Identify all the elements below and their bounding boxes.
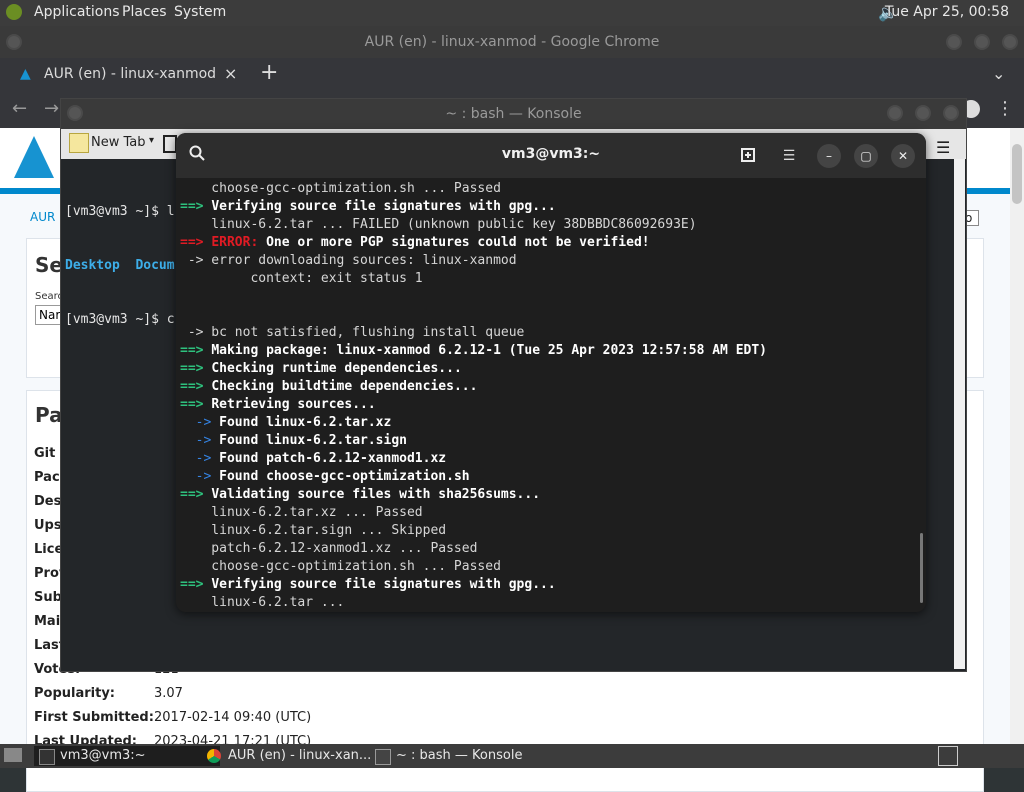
- task-konsole[interactable]: ~ : bash — Konsole: [370, 746, 576, 766]
- konsole-icon: [375, 749, 391, 765]
- close-tab-icon[interactable]: ×: [224, 58, 237, 90]
- gterm-title: vm3@vm3:~: [501, 146, 601, 162]
- terminal-line: ==> Checking buildtime dependencies...: [180, 379, 478, 394]
- search-heading: Se: [35, 253, 63, 277]
- forward-icon[interactable]: →: [44, 98, 59, 119]
- detail-value: 3.07: [154, 686, 183, 701]
- terminal-line: patch-6.2.12-xanmod1.xz ... Passed: [180, 541, 478, 556]
- package-heading: Pa: [35, 403, 63, 427]
- chrome-icon: [207, 749, 221, 763]
- new-tab-star-icon[interactable]: [69, 133, 89, 153]
- new-tab-icon[interactable]: [738, 145, 760, 167]
- hamburger-menu-icon[interactable]: ☰: [778, 145, 800, 167]
- detail-row: First Submitted:2017-02-14 09:40 (UTC): [34, 710, 311, 725]
- terminal-output[interactable]: choose-gcc-optimization.sh ... Passed ==>…: [180, 180, 920, 610]
- search-label: Searc: [35, 291, 64, 302]
- konsole-titlebar[interactable]: ~ : bash — Konsole: [61, 99, 966, 129]
- window-menu-icon[interactable]: [6, 34, 22, 50]
- konsole-scrollbar[interactable]: [954, 159, 965, 669]
- split-view-icon[interactable]: [163, 135, 177, 153]
- terminal-line: ==> Retrieving sources...: [180, 397, 376, 412]
- new-tab-icon[interactable]: +: [260, 60, 278, 85]
- tab-aur[interactable]: ▲ AUR (en) - linux-xanmod ×: [8, 58, 248, 94]
- maximize-icon[interactable]: ▢: [854, 144, 878, 168]
- gnome-console-window: vm3@vm3:~ ☰ – ▢ ✕ choose-gcc-optimizatio…: [176, 133, 926, 612]
- maximize-icon[interactable]: [974, 34, 990, 50]
- terminal-line: ==> Validating source files with sha256s…: [180, 487, 541, 502]
- konsole-new-tab-button[interactable]: New Tab: [91, 135, 146, 150]
- terminal-line: -> Found linux-6.2.tar.xz: [180, 415, 392, 430]
- back-icon[interactable]: ←: [12, 98, 27, 119]
- terminal-line: ==> Verifying source file signatures wit…: [180, 199, 556, 214]
- konsole-window-menu-icon[interactable]: [67, 105, 83, 121]
- workspace-switcher-icon[interactable]: [938, 746, 958, 766]
- terminal-line: context: exit status 1: [180, 271, 423, 286]
- minimize-icon[interactable]: [946, 34, 962, 50]
- terminal-line: choose-gcc-optimization.sh ... Passed: [180, 181, 501, 196]
- terminal-icon: [39, 749, 55, 765]
- arch-favicon-icon: ▲: [20, 66, 31, 82]
- detail-label: First Submitted:: [34, 710, 154, 725]
- scrollbar-thumb[interactable]: [1012, 144, 1022, 204]
- places-menu[interactable]: Places: [122, 4, 167, 20]
- chrome-titlebar[interactable]: AUR (en) - linux-xanmod - Google Chrome: [0, 26, 1024, 58]
- arch-logo-icon[interactable]: [14, 136, 54, 178]
- top-panel: Applications Places System 🔈 Tue Apr 25,…: [0, 0, 1024, 26]
- gnome-foot-icon[interactable]: [6, 4, 22, 20]
- konsole-line: Desktop Docum: [65, 258, 175, 273]
- konsole-line: [vm3@vm3 ~]$ c: [65, 312, 175, 327]
- terminal-line: -> Found linux-6.2.tar.sign: [180, 433, 407, 448]
- clock[interactable]: Tue Apr 25, 00:58: [885, 4, 1009, 20]
- terminal-line: -> Found patch-6.2.12-xanmod1.xz: [180, 451, 447, 466]
- konsole-maximize-icon[interactable]: [915, 105, 931, 121]
- detail-value: 2017-02-14 09:40 (UTC): [154, 710, 312, 725]
- konsole-line: [vm3@vm3 ~]$ l: [65, 204, 175, 219]
- terminal-line: choose-gcc-optimization.sh ... Passed: [180, 559, 501, 574]
- konsole-minimize-icon[interactable]: [887, 105, 903, 121]
- task-label: vm3@vm3:~: [60, 748, 146, 763]
- bottom-taskbar: vm3@vm3:~ AUR (en) - linux-xan... ~ : ba…: [0, 744, 1024, 768]
- task-chrome[interactable]: AUR (en) - linux-xan...: [202, 746, 388, 766]
- konsole-hamburger-icon[interactable]: ☰: [936, 138, 950, 157]
- minimize-icon[interactable]: –: [817, 144, 841, 168]
- gterm-headerbar[interactable]: vm3@vm3:~ ☰ – ▢ ✕: [176, 133, 926, 178]
- chrome-menu-icon[interactable]: ⋮: [996, 98, 1014, 119]
- chrome-window-title: AUR (en) - linux-xanmod - Google Chrome: [364, 34, 660, 50]
- konsole-window-title: ~ : bash — Konsole: [445, 106, 582, 122]
- close-icon[interactable]: [1002, 34, 1018, 50]
- detail-label: Popularity:: [34, 686, 116, 701]
- close-icon[interactable]: ✕: [891, 144, 915, 168]
- search-icon[interactable]: [186, 145, 208, 167]
- system-menu[interactable]: System: [174, 4, 226, 20]
- terminal-line: -> Found choose-gcc-optimization.sh: [180, 469, 470, 484]
- show-desktop-icon[interactable]: [4, 748, 22, 762]
- konsole-close-icon[interactable]: [943, 105, 959, 121]
- terminal-line: ==> Checking runtime dependencies...: [180, 361, 462, 376]
- applications-menu[interactable]: Applications: [34, 4, 120, 20]
- terminal-line: -> error downloading sources: linux-xanm…: [180, 253, 517, 268]
- terminal-line: ==> ERROR: One or more PGP signatures co…: [180, 235, 650, 250]
- terminal-line: ==> Making package: linux-xanmod 6.2.12-…: [180, 343, 768, 358]
- terminal-scrollbar[interactable]: [920, 533, 923, 603]
- dropdown-arrow-icon[interactable]: ▾: [149, 135, 154, 146]
- terminal-line: linux-6.2.tar ...: [180, 595, 345, 610]
- terminal-line: -> bc not satisfied, flushing install qu…: [180, 325, 525, 340]
- task-label: AUR (en) - linux-xan...: [228, 748, 372, 763]
- tab-title: AUR (en) - linux-xanmod: [44, 66, 217, 82]
- breadcrumb[interactable]: AUR: [30, 210, 55, 224]
- page-scrollbar[interactable]: [1010, 128, 1024, 744]
- detail-row: Popularity: 3.07: [34, 686, 183, 701]
- konsole-output[interactable]: [vm3@vm3 ~]$ l Desktop Docum [vm3@vm3 ~]…: [65, 167, 175, 365]
- chevron-down-icon[interactable]: ⌄: [992, 64, 1005, 83]
- terminal-line: ==> Verifying source file signatures wit…: [180, 577, 556, 592]
- terminal-line: linux-6.2.tar ... FAILED (unknown public…: [180, 217, 697, 232]
- terminal-line: linux-6.2.tar.sign ... Skipped: [180, 523, 447, 538]
- task-terminal[interactable]: vm3@vm3:~: [34, 746, 220, 766]
- task-label: ~ : bash — Konsole: [396, 748, 523, 763]
- chrome-tabstrip: ▲ AUR (en) - linux-xanmod × + ⌄: [0, 58, 1024, 94]
- terminal-line: linux-6.2.tar.xz ... Passed: [180, 505, 423, 520]
